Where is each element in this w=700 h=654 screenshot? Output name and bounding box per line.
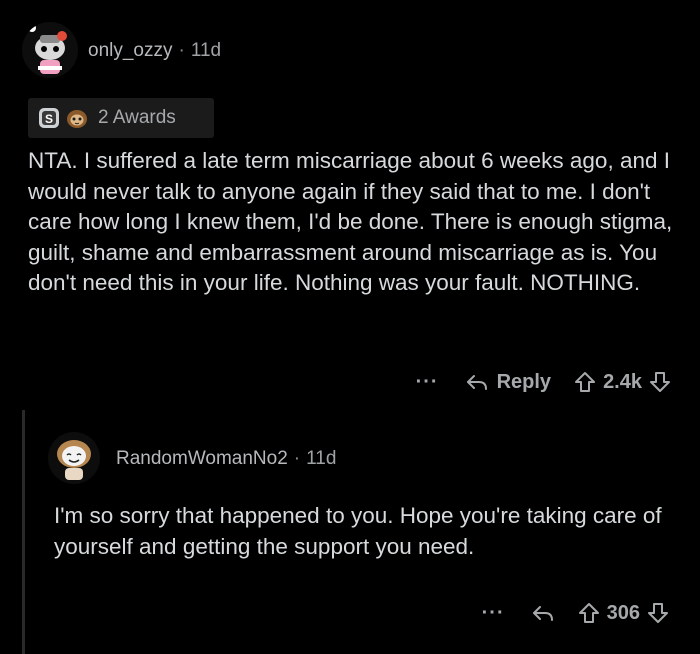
snoo-avatar-icon: [22, 22, 78, 78]
comment-actions: ··· Reply 2.4k: [416, 366, 672, 398]
reply-arrow-icon: [532, 606, 553, 621]
silver-award-icon: S: [38, 107, 60, 129]
vote-score: 306: [606, 601, 640, 624]
reply-arrow-icon: [466, 375, 487, 390]
comment-only-ozzy: only_ozzy · 11d S 2 Awards NTA. I suffered…: [0, 0, 700, 410]
comment-randomwomanno2: RandomWomanNo2 · 11d I'm so sorry that hap…: [0, 410, 700, 654]
upvote-arrow-icon: [578, 603, 599, 623]
more-options-button[interactable]: ···: [482, 602, 505, 625]
snoo-avatar-icon: [48, 432, 100, 484]
username-link[interactable]: only_ozzy: [88, 40, 173, 61]
reply-button[interactable]: [531, 601, 555, 625]
user-avatar[interactable]: [48, 432, 100, 484]
meta-separator: ·: [293, 448, 301, 469]
upvote-button[interactable]: [573, 370, 597, 394]
downvote-arrow-icon: [650, 372, 670, 392]
upvote-button[interactable]: [577, 601, 601, 625]
comment-age: 11d: [306, 448, 337, 469]
comment-meta: RandomWomanNo2 · 11d: [116, 448, 336, 470]
meta-separator: ·: [178, 40, 185, 61]
comment-body: I'm so sorry that happened to you. Hope …: [54, 503, 662, 559]
reply-button[interactable]: Reply: [465, 370, 573, 394]
user-avatar[interactable]: [22, 22, 78, 78]
upvote-arrow-icon: [575, 372, 596, 392]
downvote-arrow-icon: [648, 603, 668, 623]
awards-badge[interactable]: S 2 Awards: [28, 98, 214, 138]
awards-count: 2 Awards: [98, 107, 176, 128]
downvote-button[interactable]: [646, 601, 670, 625]
comment-age: 11d: [190, 40, 222, 61]
more-options-button[interactable]: ···: [416, 371, 439, 394]
comment-body: NTA. I suffered a late term miscarriage …: [28, 148, 673, 295]
username-link[interactable]: RandomWomanNo2: [116, 448, 288, 469]
reply-label: Reply: [496, 370, 552, 393]
comment-actions: ··· 306: [482, 597, 670, 629]
sloth-award-icon: [66, 107, 88, 129]
vote-score: 2.4k: [603, 370, 642, 393]
comment-meta: only_ozzy · 11d: [88, 40, 221, 62]
svg-text:S: S: [45, 112, 53, 126]
downvote-button[interactable]: [648, 370, 672, 394]
